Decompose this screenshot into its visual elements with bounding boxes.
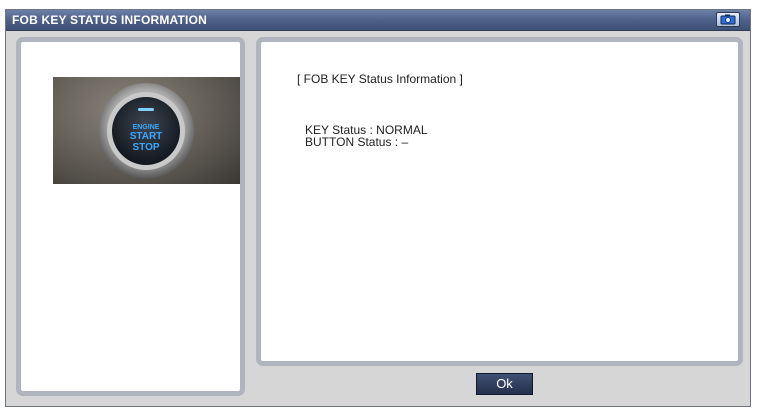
status-info-panel: [ FOB KEY Status Information ] KEY Statu… <box>256 37 743 366</box>
button-text-start: START <box>130 131 163 142</box>
status-heading: [ FOB KEY Status Information ] <box>297 72 463 86</box>
screenshot-button[interactable] <box>716 12 740 27</box>
title-bar: FOB KEY STATUS INFORMATION <box>6 10 750 31</box>
button-text-stop: STOP <box>132 142 159 153</box>
button-text-top: ENGINE <box>133 124 160 131</box>
fob-key-status-window: FOB KEY STATUS INFORMATION ENGINE START … <box>5 9 751 407</box>
button-status: BUTTON Status : – <box>305 135 409 149</box>
start-stop-button-image: ENGINE START STOP <box>53 77 240 184</box>
ok-button[interactable]: Ok <box>476 373 533 395</box>
camera-icon <box>720 14 736 25</box>
window-title: FOB KEY STATUS INFORMATION <box>12 13 207 27</box>
image-panel: ENGINE START STOP <box>16 37 245 396</box>
